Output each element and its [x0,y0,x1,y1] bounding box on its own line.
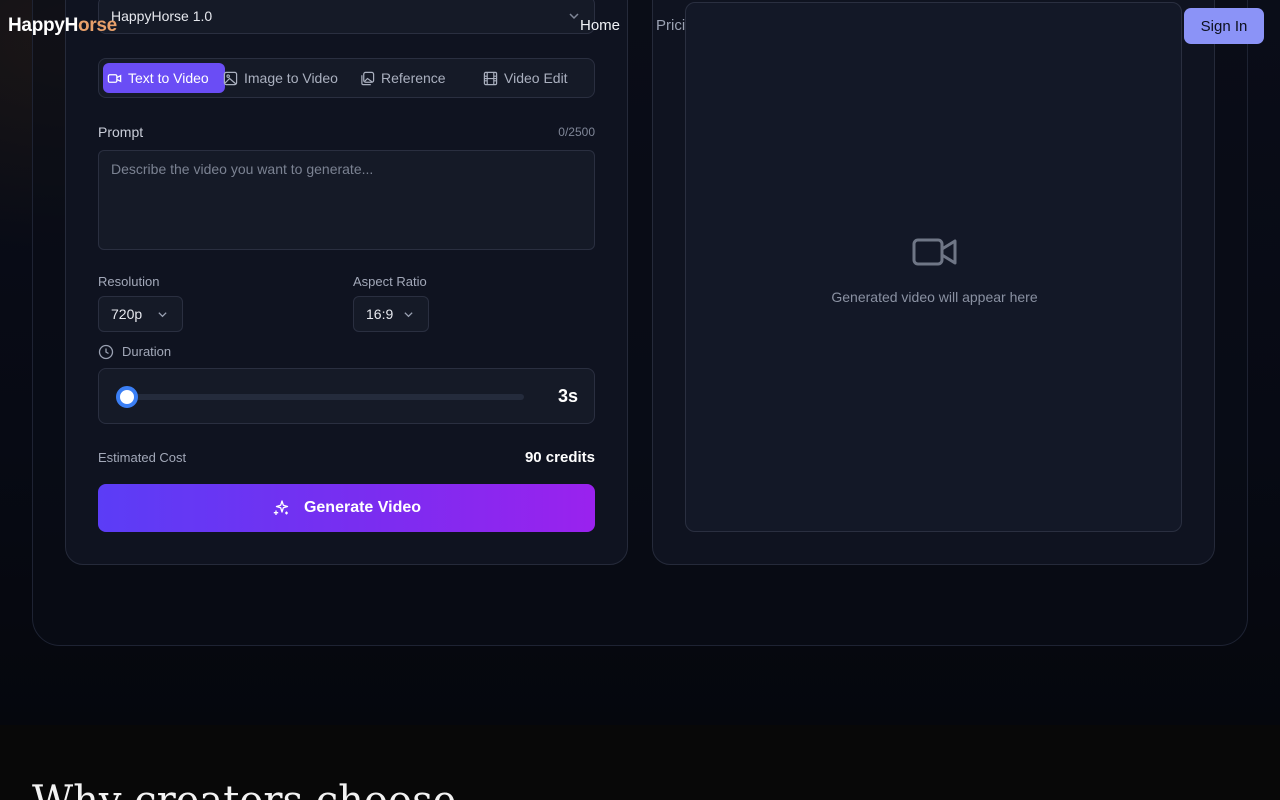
duration-slider-box: 3s [98,368,595,424]
film-icon [483,71,498,85]
duration-slider-track[interactable] [119,394,524,400]
empty-preview-message: Generated video will appear here [831,289,1038,305]
nav-home[interactable]: Home [580,17,620,34]
logo-text-accent: orse [78,15,117,36]
resolution-value: 720p [111,306,143,322]
reference-icon [361,71,375,85]
video-camera-icon [912,238,957,266]
mode-tabs: Text to Video Image to Video Reference V… [98,58,595,98]
logo[interactable]: HappyHorse [8,15,117,37]
duration-value: 3s [557,386,578,406]
clock-icon [98,344,114,360]
generate-video-button[interactable]: Generate Video [98,484,595,532]
duration-slider-thumb[interactable] [116,386,138,408]
tab-label: Image to Video [244,70,338,86]
image-icon [223,71,238,85]
chevron-down-icon [158,312,167,318]
prompt-char-counter: 0/2500 [558,125,595,139]
chevron-down-icon [404,312,413,318]
sparkles-icon [273,500,289,515]
tab-image-to-video[interactable]: Image to Video [223,63,338,93]
tab-label: Text to Video [128,70,209,86]
tab-reference[interactable]: Reference [360,63,446,93]
tab-text-to-video[interactable]: Text to Video [103,63,225,93]
sign-in-button[interactable]: Sign In [1184,8,1264,44]
tab-label: Reference [381,70,446,86]
aspect-ratio-select[interactable]: 16:9 [353,296,429,332]
resolution-label: Resolution [98,274,160,289]
estimated-cost-value: 90 credits [524,449,595,466]
tab-label: Video Edit [504,70,568,86]
generate-video-label: Generate Video [303,499,422,516]
aspect-ratio-label: Aspect Ratio [353,274,427,289]
tab-video-edit[interactable]: Video Edit [483,63,568,93]
duration-label: Duration [122,344,172,359]
estimated-cost-label: Estimated Cost [98,450,187,465]
resolution-select[interactable]: 720p [98,296,183,332]
aspect-ratio-value: 16:9 [366,306,394,322]
prompt-input[interactable] [98,150,595,250]
video-preview-area: Generated video will appear here [685,2,1182,532]
logo-text-main: HappyH [8,15,78,36]
section-heading: Why creators choose [32,778,456,800]
prompt-label: Prompt [98,124,144,140]
video-icon [107,73,122,83]
